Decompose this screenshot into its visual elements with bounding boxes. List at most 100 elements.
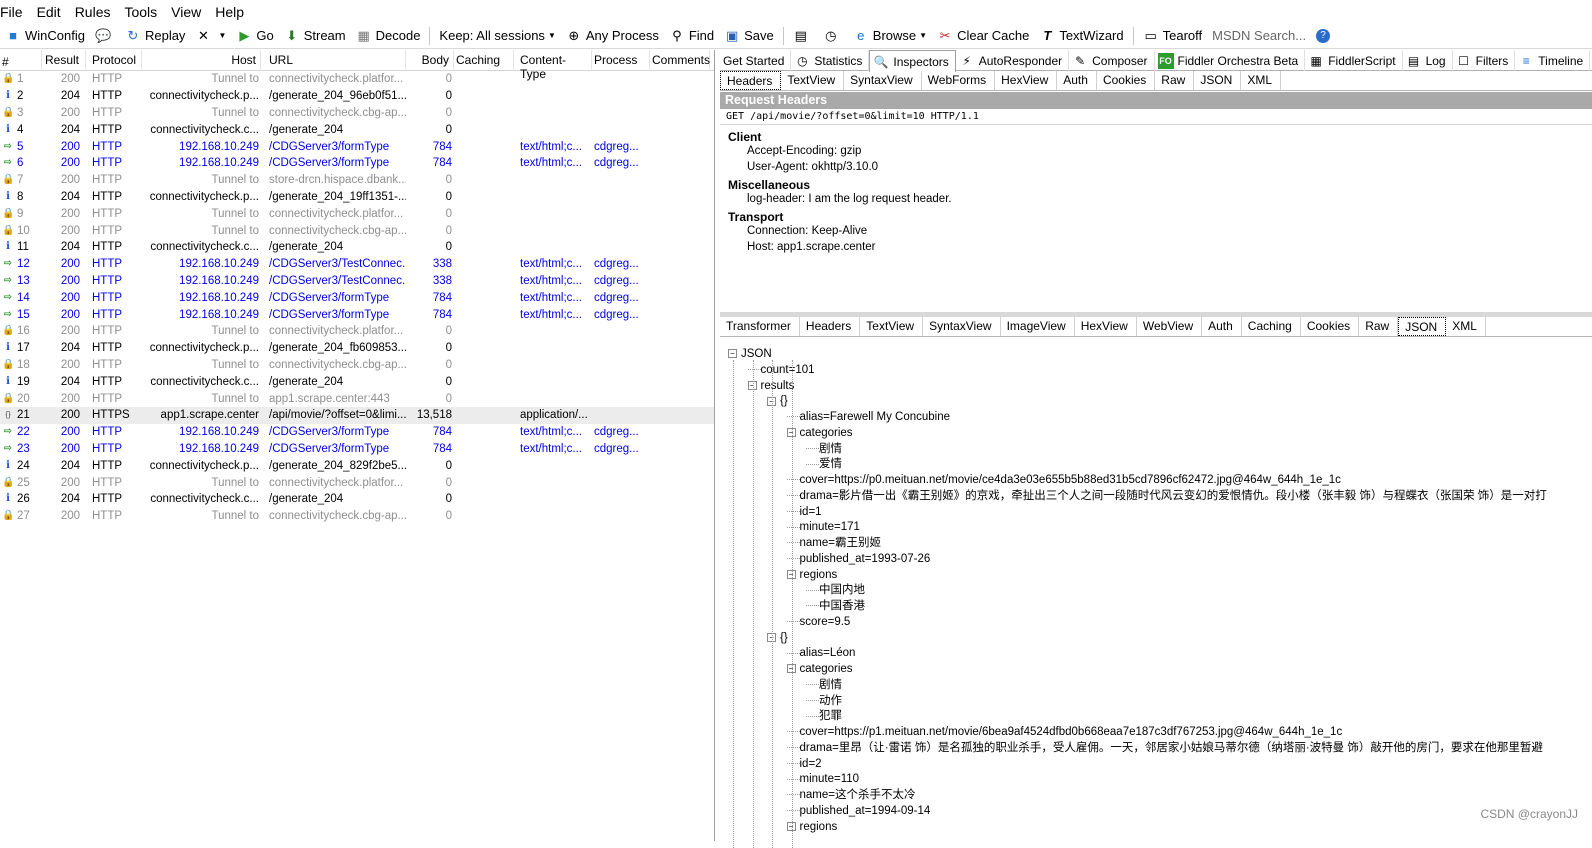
response-tab-imageview[interactable]: ImageView <box>1001 317 1075 336</box>
column-header-contenttype[interactable]: Content-Type <box>514 50 592 71</box>
find-button[interactable]: ⚲Find <box>664 25 719 47</box>
remove-button[interactable]: ✕▼ <box>190 25 231 47</box>
session-row[interactable]: 🔒25200HTTPTunnel toconnectivitycheck.pla… <box>0 474 714 491</box>
help-button[interactable]: ? <box>1311 25 1339 47</box>
clear-cache-button[interactable]: ✂Clear Cache <box>932 25 1034 47</box>
tab-get-started[interactable]: Get Started <box>720 50 791 71</box>
response-tab-webview[interactable]: WebView <box>1137 317 1202 336</box>
json-node[interactable]: −regions <box>787 567 838 583</box>
column-header-comments[interactable]: Comments <box>650 50 710 71</box>
menu-edit[interactable]: Edit <box>37 4 69 20</box>
json-node[interactable]: −categories <box>787 661 853 677</box>
json-node[interactable]: −results <box>748 378 795 394</box>
json-node[interactable]: −{} <box>767 630 788 646</box>
menu-help[interactable]: Help <box>215 4 252 20</box>
response-tab-xml[interactable]: XML <box>1446 317 1486 336</box>
msdn-search-input[interactable]: MSDN Search... <box>1207 25 1311 47</box>
session-row[interactable]: i24204HTTPconnectivitycheck.p.../generat… <box>0 457 714 474</box>
menu-rules[interactable]: Rules <box>75 4 119 20</box>
collapse-icon[interactable]: − <box>728 349 737 358</box>
request-tab-headers[interactable]: Headers <box>720 71 781 90</box>
response-tab-transformer[interactable]: Transformer <box>720 317 800 336</box>
textwizard-button[interactable]: TTextWizard <box>1034 25 1128 47</box>
session-row[interactable]: ⇨15200HTTP192.168.10.249/CDGServer3/form… <box>0 306 714 323</box>
save-button[interactable]: ▣Save <box>719 25 779 47</box>
response-tab-json[interactable]: JSON <box>1398 317 1446 336</box>
request-tab-cookies[interactable]: Cookies <box>1097 71 1155 90</box>
response-tab-syntaxview[interactable]: SyntaxView <box>923 317 1000 336</box>
json-node[interactable]: −regions <box>787 819 838 835</box>
response-tab-auth[interactable]: Auth <box>1202 317 1242 336</box>
json-node[interactable]: −categories <box>787 425 853 441</box>
session-row[interactable]: ⇨6200HTTP192.168.10.249/CDGServer3/formT… <box>0 155 714 172</box>
request-tab-webforms[interactable]: WebForms <box>922 71 995 90</box>
tab-composer[interactable]: ✎Composer <box>1069 50 1154 71</box>
request-tab-textview[interactable]: TextView <box>781 71 844 90</box>
session-row[interactable]: 🔒1200HTTPTunnel toconnectivitycheck.plat… <box>0 71 714 88</box>
session-row[interactable]: ⇨23200HTTP192.168.10.249/CDGServer3/form… <box>0 441 714 458</box>
tab-statistics[interactable]: ◷Statistics <box>791 50 869 71</box>
session-row[interactable]: i17204HTTPconnectivitycheck.p.../generat… <box>0 340 714 357</box>
session-row[interactable]: 🔒9200HTTPTunnel toconnectivitycheck.plat… <box>0 205 714 222</box>
tearoff-button[interactable]: ▭Tearoff <box>1138 25 1208 47</box>
column-header-[interactable]: # <box>0 50 42 71</box>
session-row[interactable]: i11204HTTPconnectivitycheck.c.../generat… <box>0 239 714 256</box>
session-row[interactable]: ⇨5200HTTP192.168.10.249/CDGServer3/formT… <box>0 138 714 155</box>
winconfig-button[interactable]: ■WinConfig <box>0 25 90 47</box>
session-row[interactable]: {}21200HTTPSapp1.scrape.center/api/movie… <box>0 407 714 424</box>
session-row[interactable]: 🔒10200HTTPTunnel toconnectivitycheck.cbg… <box>0 222 714 239</box>
tab-filters[interactable]: ☐Filters <box>1453 50 1516 71</box>
session-row[interactable]: i26204HTTPconnectivitycheck.c.../generat… <box>0 491 714 508</box>
request-tab-raw[interactable]: Raw <box>1155 71 1194 90</box>
column-header-host[interactable]: Host <box>142 50 261 71</box>
column-header-url[interactable]: URL <box>261 50 406 71</box>
session-row[interactable]: 🔒27200HTTPTunnel toconnectivitycheck.cbg… <box>0 508 714 525</box>
session-row[interactable]: ⇨13200HTTP192.168.10.249/CDGServer3/Test… <box>0 273 714 290</box>
timer-button[interactable]: ◷ <box>818 25 848 47</box>
tab-inspectors[interactable]: 🔍Inspectors <box>869 50 955 72</box>
replay-button[interactable]: ↻Replay <box>120 25 190 47</box>
tab-log[interactable]: ▤Log <box>1403 50 1453 71</box>
screenshot-button[interactable]: ▤ <box>788 25 818 47</box>
tab-autoresponder[interactable]: ⚡AutoResponder <box>956 50 1069 71</box>
response-tab-raw[interactable]: Raw <box>1359 317 1398 336</box>
response-tab-headers[interactable]: Headers <box>800 317 860 336</box>
any-process-button[interactable]: ⊕Any Process <box>561 25 664 47</box>
request-tab-json[interactable]: JSON <box>1194 71 1241 90</box>
browse-button[interactable]: eBrowse▼ <box>848 25 932 47</box>
session-row[interactable]: 🔒7200HTTPTunnel tostore-drcn.hispace.dba… <box>0 172 714 189</box>
column-header-process[interactable]: Process <box>592 50 650 71</box>
response-tab-caching[interactable]: Caching <box>1242 317 1301 336</box>
json-node[interactable]: −JSON <box>728 346 772 362</box>
tab-fiddlerscript[interactable]: ▦FiddlerScript <box>1305 50 1402 71</box>
request-tab-hexview[interactable]: HexView <box>995 71 1057 90</box>
column-header-caching[interactable]: Caching <box>454 50 514 71</box>
column-header-result[interactable]: Result <box>42 50 86 71</box>
session-row[interactable]: i19204HTTPconnectivitycheck.c.../generat… <box>0 373 714 390</box>
session-row[interactable]: 🔒3200HTTPTunnel toconnectivitycheck.cbg-… <box>0 105 714 122</box>
session-row[interactable]: ⇨12200HTTP192.168.10.249/CDGServer3/Test… <box>0 256 714 273</box>
session-row[interactable]: ⇨22200HTTP192.168.10.249/CDGServer3/form… <box>0 424 714 441</box>
column-header-body[interactable]: Body <box>406 50 454 71</box>
column-header-protocol[interactable]: Protocol <box>86 50 142 71</box>
response-tab-cookies[interactable]: Cookies <box>1301 317 1359 336</box>
stream-button[interactable]: ⬇Stream <box>279 25 351 47</box>
comment-button[interactable]: 💬 <box>90 25 120 47</box>
go-button[interactable]: ▶Go <box>231 25 278 47</box>
menu-view[interactable]: View <box>171 4 209 20</box>
session-row[interactable]: i4204HTTPconnectivitycheck.c.../generate… <box>0 121 714 138</box>
session-row[interactable]: i8204HTTPconnectivitycheck.p.../generate… <box>0 189 714 206</box>
keep-sessions-dropdown[interactable]: Keep: All sessions▼ <box>434 25 560 47</box>
session-row[interactable]: i2204HTTPconnectivitycheck.p.../generate… <box>0 88 714 105</box>
tab-fiddler-orchestra-beta[interactable]: FOFiddler Orchestra Beta <box>1155 50 1306 71</box>
request-tab-syntaxview[interactable]: SyntaxView <box>844 71 921 90</box>
menu-tools[interactable]: Tools <box>124 4 165 20</box>
json-node[interactable]: −{} <box>767 393 788 409</box>
session-row[interactable]: 🔒16200HTTPTunnel toconnectivitycheck.pla… <box>0 323 714 340</box>
session-row[interactable]: 🔒18200HTTPTunnel toconnectivitycheck.cbg… <box>0 357 714 374</box>
tab-timeline[interactable]: ≡Timeline <box>1515 50 1590 71</box>
response-tab-textview[interactable]: TextView <box>860 317 923 336</box>
request-tab-xml[interactable]: XML <box>1241 71 1281 90</box>
request-tab-auth[interactable]: Auth <box>1057 71 1097 90</box>
session-row[interactable]: ⇨14200HTTP192.168.10.249/CDGServer3/form… <box>0 289 714 306</box>
